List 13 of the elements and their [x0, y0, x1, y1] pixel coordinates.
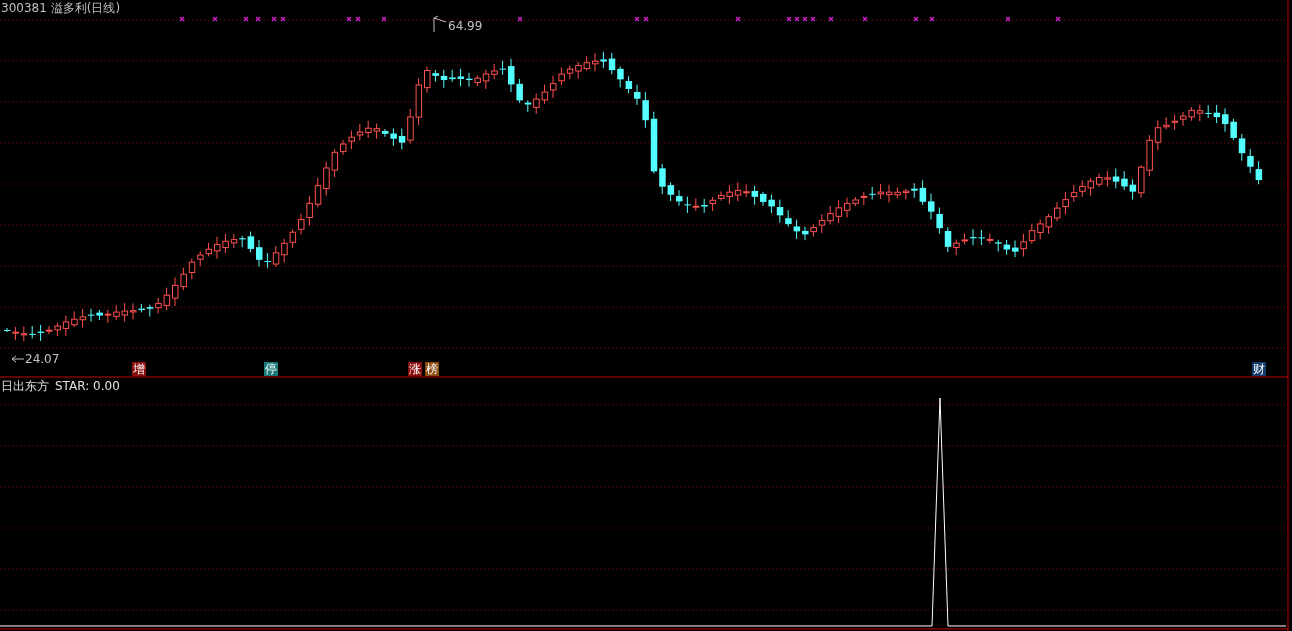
- event-badge: 榜: [425, 362, 439, 376]
- stock-name: 溢多利(日线): [50, 1, 121, 15]
- high-price-label: 64.99: [448, 19, 483, 33]
- event-badge: 增: [132, 362, 146, 376]
- event-badge: 财: [1252, 362, 1266, 376]
- low-price-label: 24.07: [25, 352, 60, 366]
- event-badge: 涨: [408, 362, 422, 376]
- event-badge: 停: [264, 362, 278, 376]
- indicator-name: 日出东方: [1, 379, 49, 393]
- low-arrow-icon: [11, 355, 25, 363]
- stock-code: 300381: [1, 1, 47, 15]
- indicator-reading: STAR: 0.00: [55, 379, 120, 393]
- high-leader-line: [433, 15, 447, 33]
